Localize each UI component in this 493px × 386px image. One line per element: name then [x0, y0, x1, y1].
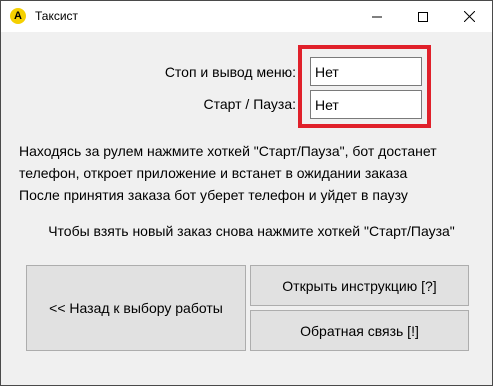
stop-hotkey-label: Стоп и вывод меню:	[164, 64, 296, 80]
title-bar[interactable]: A Таксист	[1, 1, 492, 32]
window-title: Таксист	[35, 9, 79, 23]
start-hotkey-label: Старт / Пауза:	[203, 96, 297, 112]
app-window: A Таксист Стоп и вывод меню: Старт / Пау…	[0, 0, 493, 386]
back-to-job-select-button[interactable]: << Назад к выбору работы	[26, 265, 246, 351]
taxi-app-icon: A	[10, 8, 26, 24]
instructions-line: Находясь за рулем нажмите хоткей "Старт/…	[19, 143, 437, 159]
instructions-line: После принятия заказа бот уберет телефон…	[19, 187, 408, 203]
hotkey-fields-highlight	[298, 45, 431, 128]
feedback-button[interactable]: Обратная связь [!]	[250, 310, 469, 351]
instructions-line: телефон, откроет приложение и встанет в …	[19, 165, 408, 181]
open-instructions-button[interactable]: Открыть инструкцию [?]	[250, 265, 469, 306]
minimize-icon	[372, 16, 382, 17]
close-icon	[463, 11, 475, 22]
new-order-hint: Чтобы взять новый заказ снова нажмите хо…	[48, 223, 455, 239]
close-button[interactable]	[446, 1, 492, 32]
minimize-button[interactable]	[354, 1, 400, 32]
maximize-button[interactable]	[400, 1, 446, 32]
instructions-text: Находясь за рулем нажмите хоткей "Старт/…	[19, 140, 484, 206]
maximize-icon	[418, 11, 428, 22]
